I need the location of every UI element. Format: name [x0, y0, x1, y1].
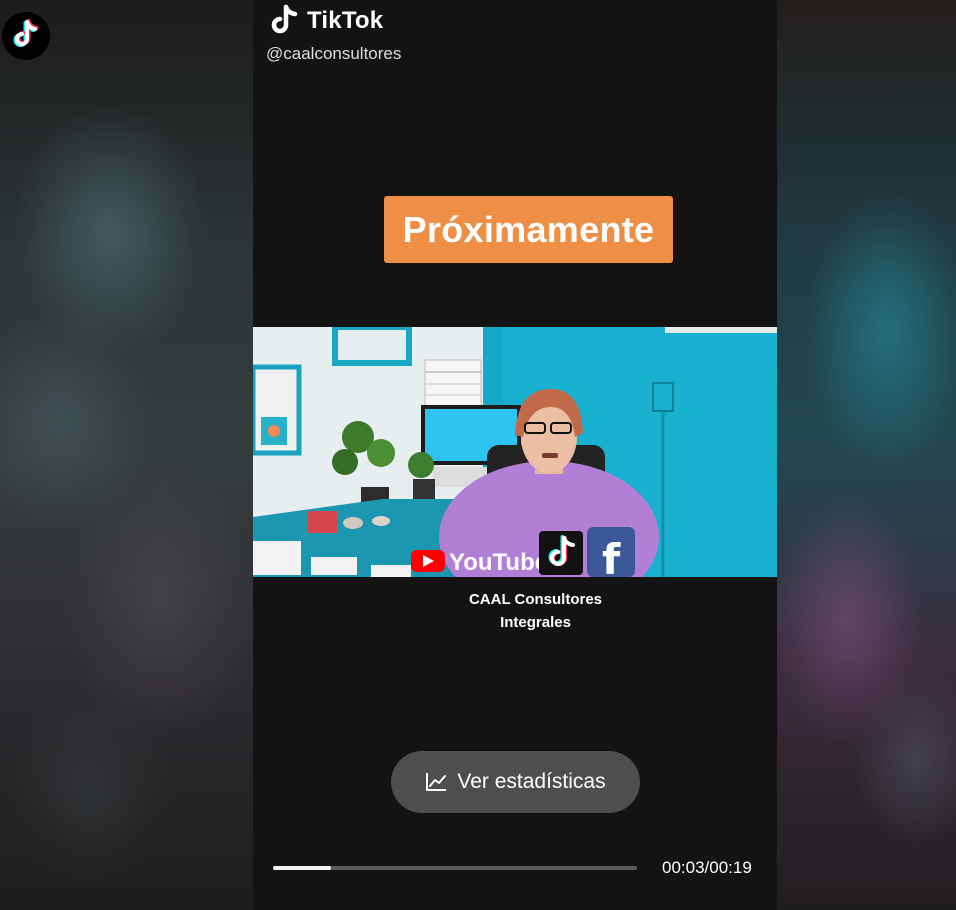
tiktok-brand: TikTok [269, 4, 401, 38]
tiktok-icon [539, 531, 583, 575]
video-caption: CAAL Consultores Integrales [253, 588, 777, 634]
tiktok-logo-icon[interactable] [2, 12, 50, 60]
caption-line-1: CAAL Consultores [468, 591, 603, 608]
caption-line-2: Integrales [500, 614, 571, 631]
facebook-icon: f [587, 527, 635, 577]
svg-text:f: f [602, 535, 621, 577]
tiktok-note-icon [271, 4, 298, 34]
view-stats-button[interactable]: Ver estadísticas [391, 751, 640, 813]
progress-fill [273, 866, 331, 870]
line-chart-icon [426, 773, 447, 791]
coming-soon-banner: Próximamente [384, 196, 673, 263]
youtube-label: YouTube [449, 549, 548, 576]
banner-text: Próximamente [402, 208, 655, 250]
tiktok-watermark: TikTok @caalconsultores [266, 4, 402, 64]
view-stats-label: Ver estadísticas [457, 770, 606, 793]
video-player[interactable]: TikTok @caalconsultores Próximamente You… [253, 0, 777, 910]
backdrop-left [0, 0, 253, 910]
office-scene: YouTube f [253, 327, 777, 577]
video-frame: YouTube f [253, 327, 777, 577]
playback-progress-bar[interactable] [273, 866, 637, 870]
backdrop-right [777, 0, 956, 910]
youtube-icon [411, 550, 445, 572]
playback-timecode: 00:03/00:19 [662, 858, 752, 877]
creator-handle: @caalconsultores [266, 44, 402, 63]
brand-name: TikTok [307, 7, 384, 34]
